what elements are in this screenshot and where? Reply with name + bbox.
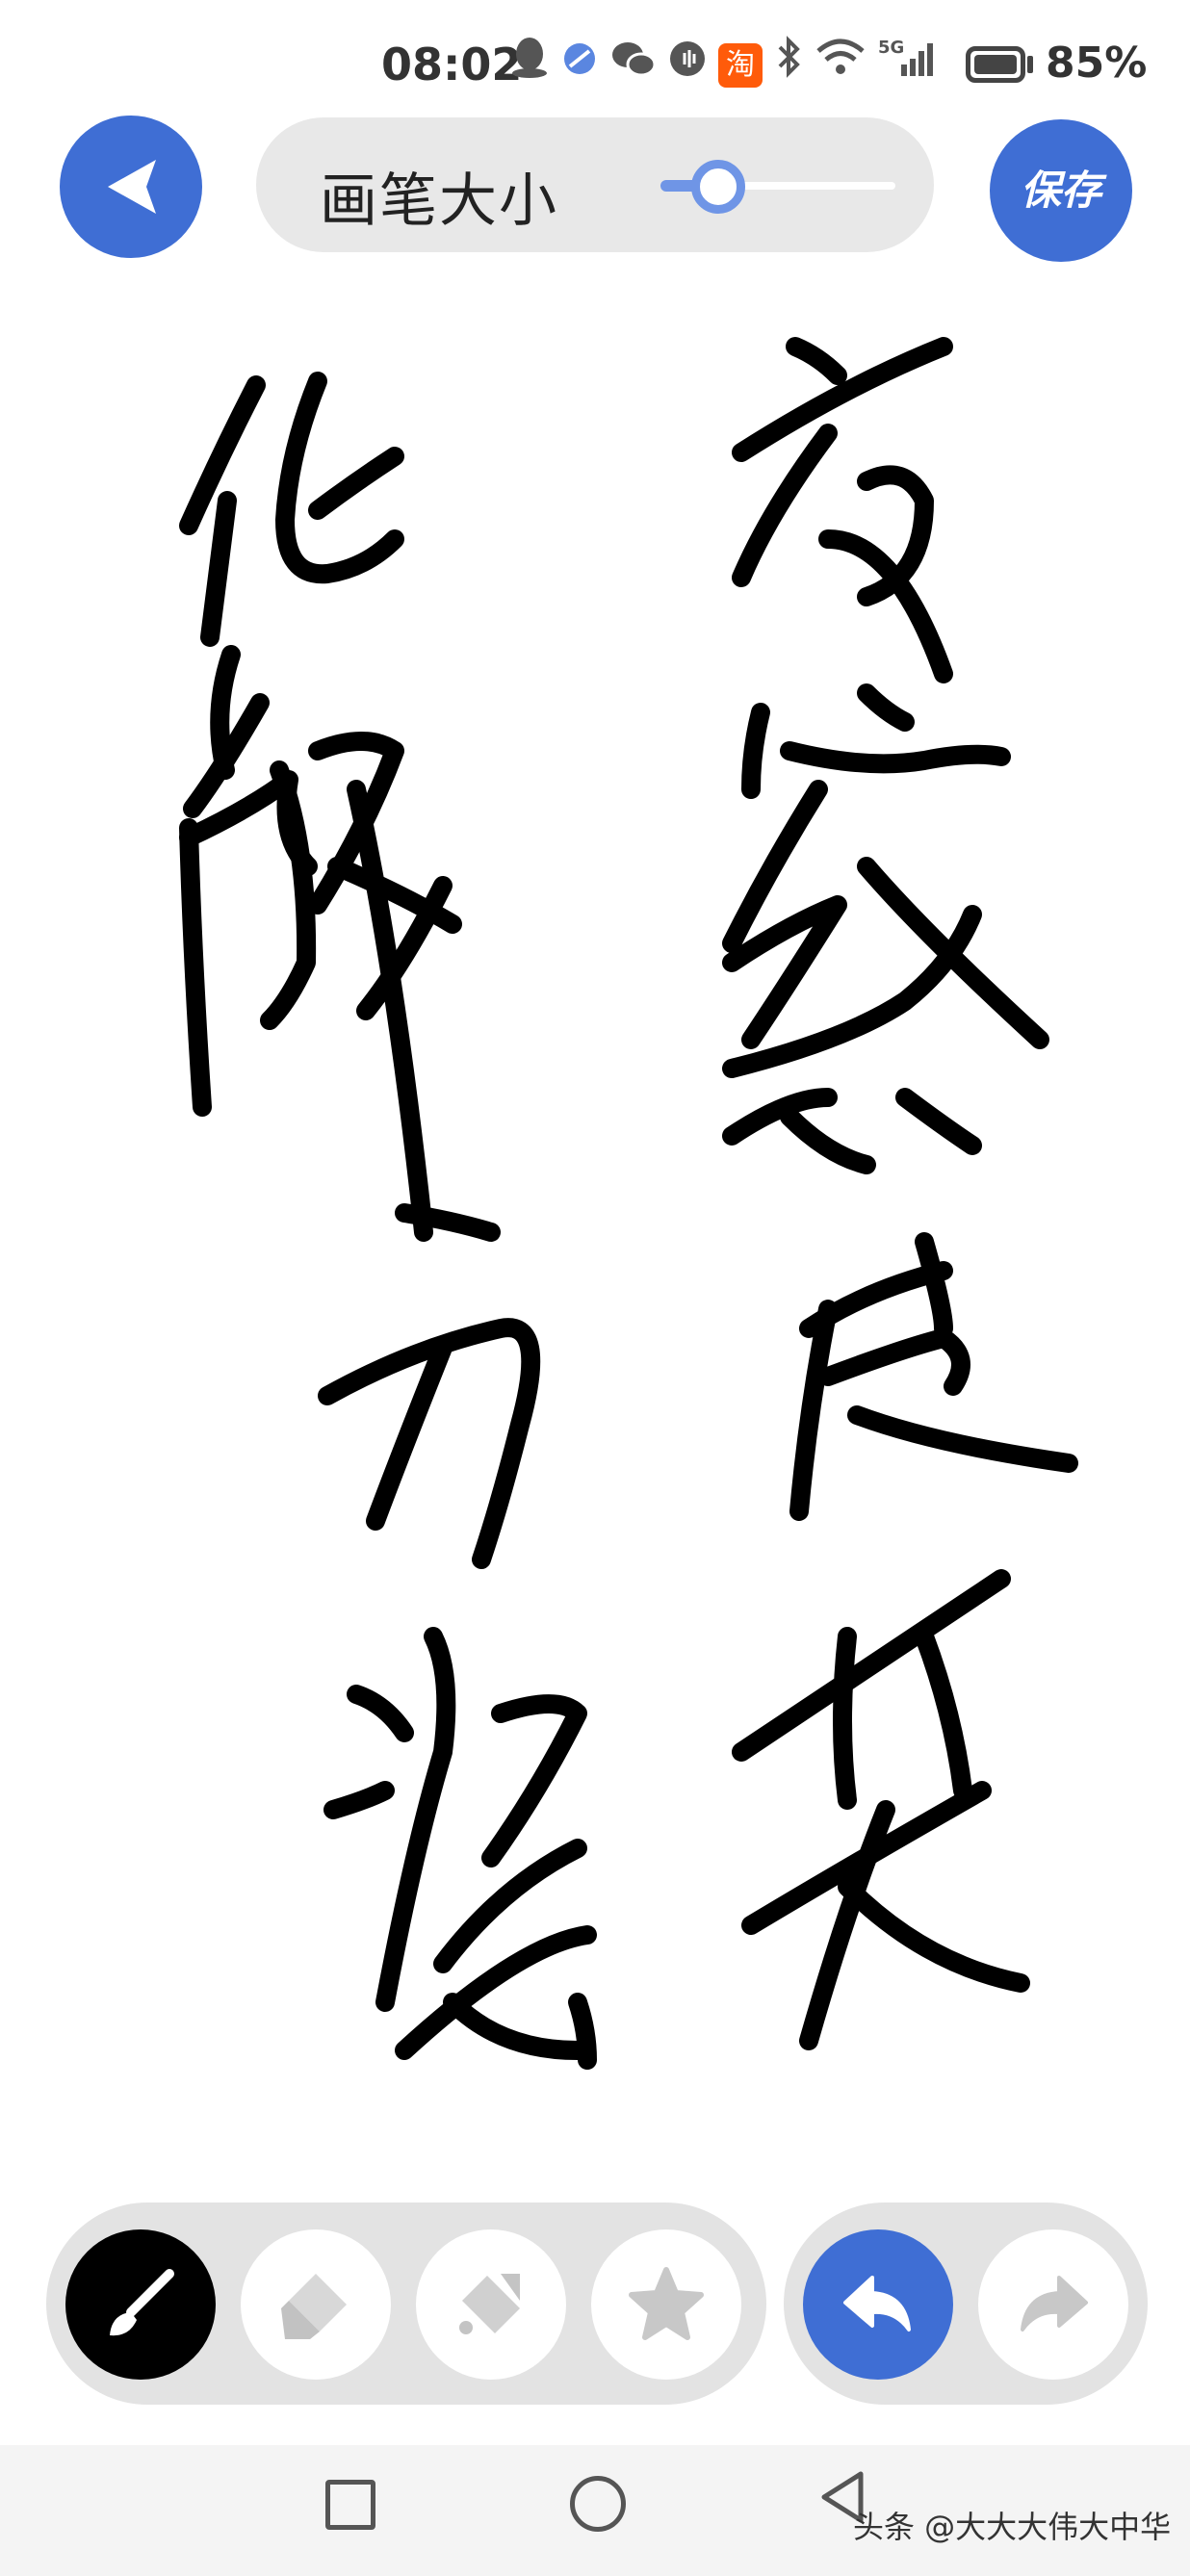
brush-size-panel: 画笔大小 <box>256 117 934 252</box>
eraser-tool-button[interactable] <box>241 2229 391 2380</box>
undo-icon <box>843 2276 911 2331</box>
taobao-icon: 淘 <box>718 42 763 88</box>
recent-apps-icon[interactable] <box>325 2480 375 2530</box>
system-nav-bar: 头条 @大大大伟大中华 <box>0 2445 1190 2576</box>
signal-icon: 5G <box>878 36 938 94</box>
svg-text:5G: 5G <box>878 38 904 58</box>
eraser-icon <box>281 2274 347 2339</box>
app-icon <box>560 37 599 94</box>
redo-icon <box>1021 2276 1088 2331</box>
battery-percent: 85% <box>1046 39 1148 88</box>
brush-size-slider-thumb[interactable] <box>691 160 745 214</box>
qq-icon <box>510 35 549 95</box>
back-button[interactable] <box>60 116 202 258</box>
brush-icon <box>110 2269 174 2336</box>
bluetooth-icon <box>774 36 803 94</box>
status-icons: 淘 5G <box>510 35 938 95</box>
wechat-icon <box>610 37 657 94</box>
handwriting-strokes <box>179 337 1078 2070</box>
drawing-canvas[interactable] <box>0 289 1190 2176</box>
status-time: 08:02 <box>381 39 523 90</box>
home-icon[interactable] <box>570 2476 626 2532</box>
brush-size-label: 画笔大小 <box>320 167 558 235</box>
undo-button[interactable] <box>803 2229 953 2380</box>
battery-tip <box>1027 56 1033 73</box>
history-tools-group <box>784 2202 1148 2405</box>
star-icon <box>629 2267 704 2340</box>
sticker-tool-button[interactable] <box>591 2229 741 2380</box>
status-bar: 08:02 淘 5G 85% <box>0 0 1190 125</box>
watermark-text: 头条 @大大大伟大中华 <box>853 2509 1172 2545</box>
wifi-icon <box>815 36 867 94</box>
fill-bucket-icon <box>459 2274 520 2334</box>
brush-tool-button[interactable] <box>65 2229 216 2380</box>
drawing-tools-group <box>46 2202 766 2405</box>
battery-fill <box>974 55 1017 74</box>
redo-button[interactable] <box>978 2229 1128 2380</box>
back-arrow-icon <box>108 160 156 214</box>
fill-tool-button[interactable] <box>416 2229 566 2380</box>
battery-icon <box>966 46 1025 83</box>
audio-icon <box>668 37 707 94</box>
save-button[interactable]: 保存 <box>990 119 1132 262</box>
